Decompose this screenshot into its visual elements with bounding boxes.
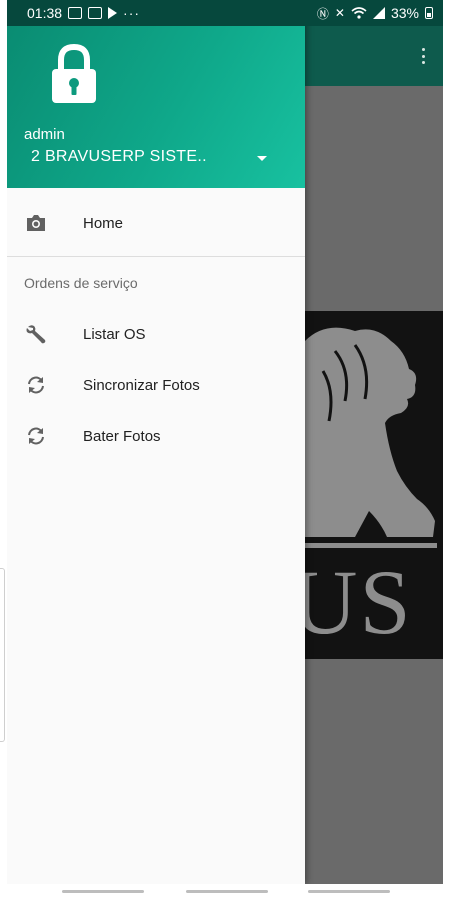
battery-icon: [425, 7, 433, 19]
nav-home-button[interactable]: [186, 890, 268, 893]
app-toolbar: [305, 26, 443, 86]
nfc-icon: Ⓝ: [316, 6, 329, 21]
navigation-bar: [0, 884, 450, 900]
menu-item-label: Home: [83, 214, 124, 232]
sync-icon: [28, 376, 44, 394]
logo-divider: [305, 543, 437, 548]
menu-item-sincronizar-fotos[interactable]: Sincronizar Fotos: [7, 360, 305, 410]
navigation-drawer: admin 2 BRAVUSERP SISTE.. Home Ordens de…: [7, 0, 305, 884]
camera-icon: [27, 215, 45, 231]
logo-text: US: [305, 551, 413, 653]
menu-item-label: Listar OS: [83, 325, 146, 343]
more-notifications-icon: ···: [123, 5, 141, 21]
nav-back-button[interactable]: [62, 890, 144, 893]
image-icon: [68, 7, 83, 19]
menu-item-label: Bater Fotos: [83, 427, 161, 445]
status-time: 01:38: [27, 5, 63, 21]
section-title: Ordens de serviço: [24, 275, 138, 291]
status-bar: 01:38 ··· Ⓝ ✕ 33%: [7, 0, 443, 26]
lock-icon: [52, 43, 96, 103]
wifi-icon: [351, 7, 367, 19]
account-selector[interactable]: 2 BRAVUSERP SISTE..: [31, 148, 207, 166]
play-store-icon: [108, 7, 118, 19]
lion-icon: [305, 327, 435, 537]
edge-panel-handle[interactable]: [0, 568, 5, 742]
menu-item-bater-fotos[interactable]: Bater Fotos: [7, 411, 305, 461]
sync-icon: [28, 427, 44, 445]
company-logo: US: [305, 311, 443, 659]
menu-item-label: Sincronizar Fotos: [83, 376, 200, 394]
nav-recents-button[interactable]: [308, 890, 390, 893]
battery-percent: 33%: [390, 5, 419, 21]
mute-icon: ✕: [334, 6, 345, 20]
dropdown-arrow-icon[interactable]: [257, 156, 267, 161]
signal-icon: [372, 7, 385, 19]
account-name: admin: [24, 126, 65, 143]
more-vert-icon[interactable]: [421, 48, 425, 64]
image-icon: [88, 7, 103, 19]
drawer-header: admin 2 BRAVUSERP SISTE..: [7, 26, 305, 188]
phone-screen: 01:38 ··· Ⓝ ✕ 33% US admin 2 BRAVUSERP S…: [7, 0, 443, 884]
wrench-icon: [26, 325, 46, 344]
menu-item-home[interactable]: Home: [7, 198, 305, 248]
menu-item-listar-os[interactable]: Listar OS: [7, 309, 305, 359]
divider: [7, 256, 305, 257]
